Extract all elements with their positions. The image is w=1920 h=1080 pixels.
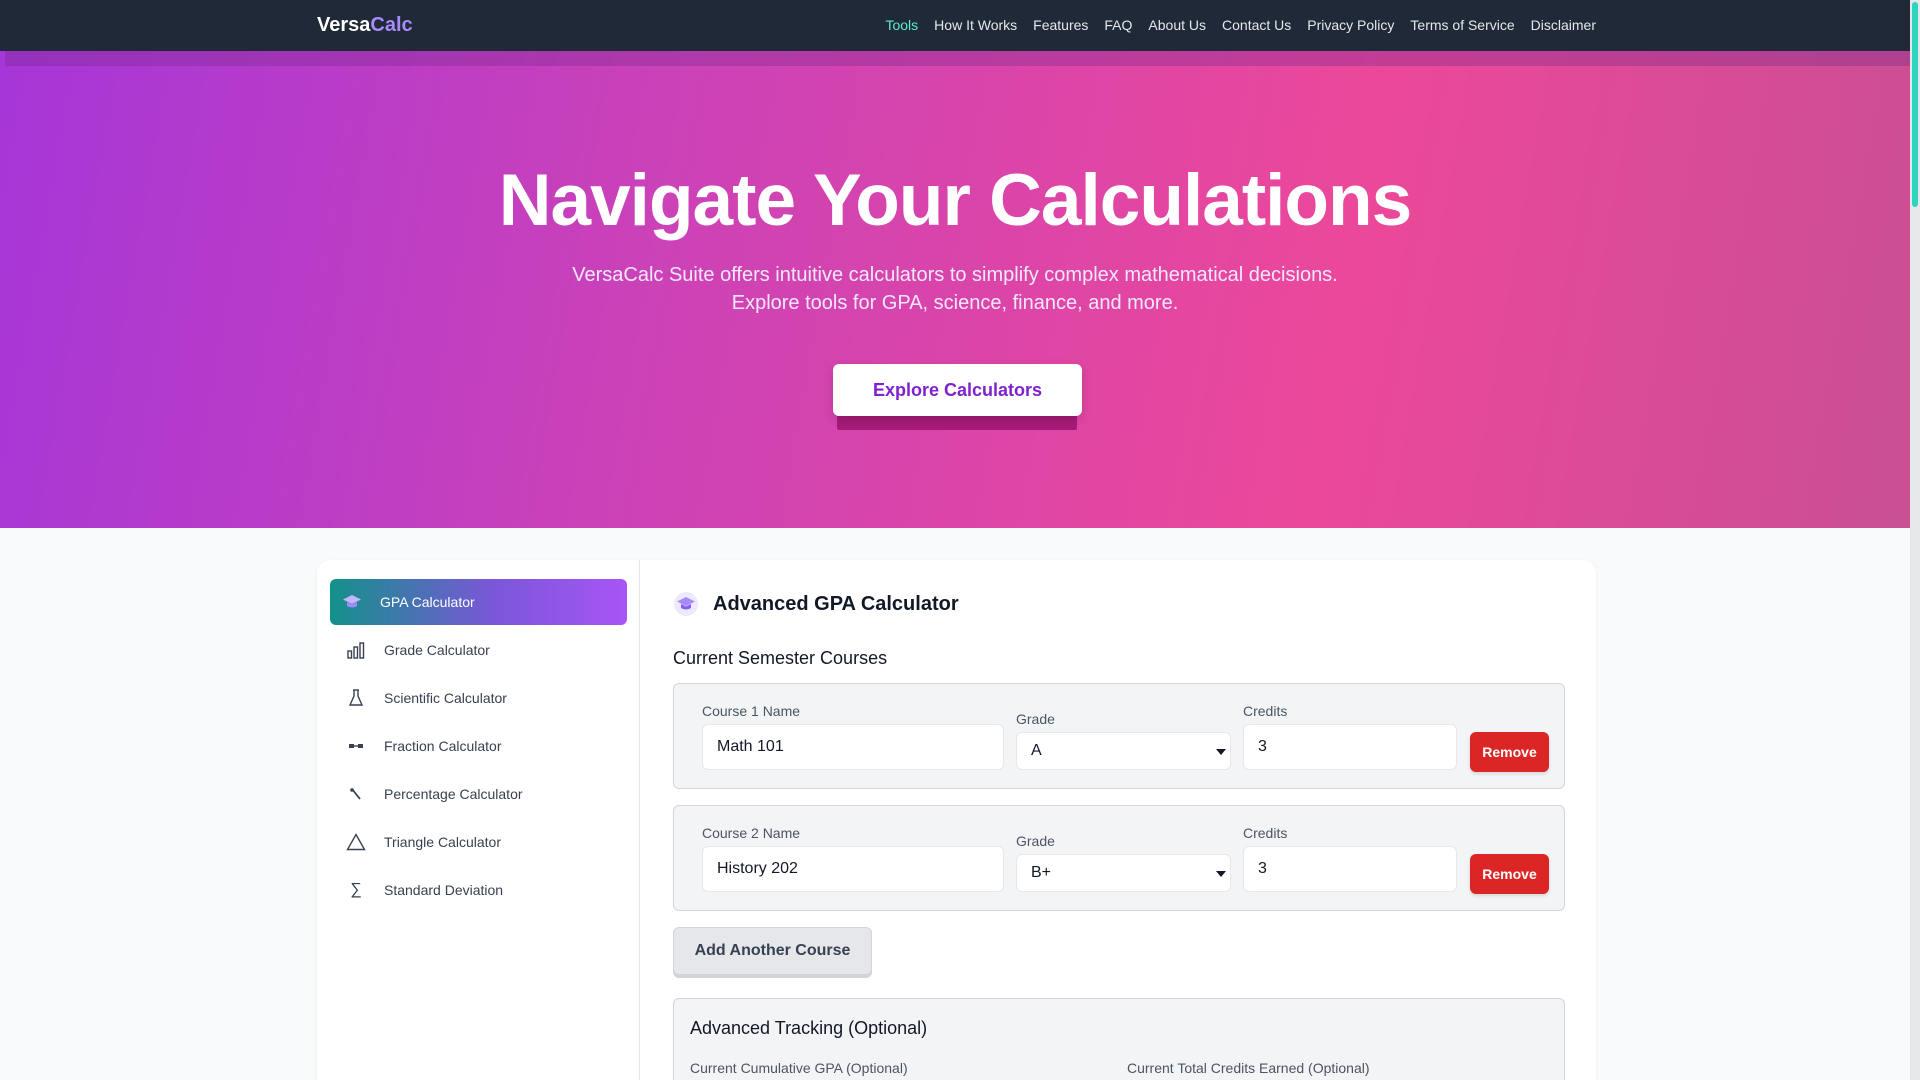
remove-course-button[interactable]: Remove <box>1470 854 1549 894</box>
sidebar-item-fraction-calculator[interactable]: Fraction Calculator <box>330 723 627 769</box>
sidebar-item-triangle-calculator[interactable]: Triangle Calculator <box>330 819 627 865</box>
calculator-title-row: Advanced GPA Calculator <box>673 591 959 617</box>
fraction-icon <box>346 736 366 756</box>
sidebar-item-label: GPA Calculator <box>380 594 475 610</box>
add-another-course-button[interactable]: Add Another Course <box>673 927 872 975</box>
nav-link-terms-of-service[interactable]: Terms of Service <box>1410 17 1514 33</box>
hero-title: Navigate Your Calculations <box>498 160 1412 241</box>
gpa-calculator-content: Advanced GPA Calculator Current Semester… <box>673 560 1569 1080</box>
sidebar-item-label: Standard Deviation <box>384 882 504 898</box>
advanced-tracking-title: Advanced Tracking (Optional) <box>690 1018 928 1038</box>
sidebar-item-standard-deviation[interactable]: ∑ Standard Deviation <box>330 867 627 913</box>
course-row: Course 1 Name Math 101 Grade A Credits 3… <box>673 683 1565 789</box>
credits-label: Credits <box>1243 825 1288 841</box>
grade-select[interactable]: B+ <box>1016 854 1231 892</box>
nav-link-how-it-works[interactable]: How It Works <box>934 17 1017 33</box>
grade-label: Grade <box>1016 711 1055 727</box>
nav-link-about-us[interactable]: About Us <box>1148 17 1206 33</box>
course-row: Course 2 Name History 202 Grade B+ Credi… <box>673 805 1565 911</box>
calculator-title: Advanced GPA Calculator <box>713 592 959 615</box>
graduation-cap-icon <box>673 591 699 617</box>
sidebar-item-label: Grade Calculator <box>384 642 490 658</box>
chevron-down-icon <box>1216 749 1226 755</box>
cumulative-gpa-label: Current Cumulative GPA (Optional) <box>690 1060 908 1076</box>
brand-name-part1: Versa <box>317 14 371 36</box>
current-semester-heading: Current Semester Courses <box>673 648 888 668</box>
nav-link-faq[interactable]: FAQ <box>1104 17 1132 33</box>
hero-top-band <box>5 51 1910 66</box>
remove-course-button[interactable]: Remove <box>1470 732 1549 772</box>
grade-select[interactable]: A <box>1016 732 1231 770</box>
hero-section: Navigate Your Calculations VersaCalc Sui… <box>0 51 1910 528</box>
top-navbar: VersaCalc Tools How It Works Features FA… <box>0 0 1910 51</box>
total-credits-label: Current Total Credits Earned (Optional) <box>1127 1060 1370 1076</box>
nav-link-contact-us[interactable]: Contact Us <box>1222 17 1291 33</box>
nav-link-disclaimer[interactable]: Disclaimer <box>1531 17 1596 33</box>
sigma-icon: ∑ <box>350 881 362 898</box>
course-name-label: Course 1 Name <box>702 703 801 719</box>
sidebar-item-label: Percentage Calculator <box>384 786 523 802</box>
nav-link-features[interactable]: Features <box>1033 17 1088 33</box>
chevron-down-icon <box>1216 871 1226 877</box>
nav-links: Tools How It Works Features FAQ About Us… <box>885 17 1596 33</box>
advanced-tracking-section: Advanced Tracking (Optional) Current Cum… <box>673 998 1565 1080</box>
brand-logo[interactable]: VersaCalc <box>317 14 413 37</box>
sidebar-item-gpa-calculator[interactable]: GPA Calculator <box>330 579 627 625</box>
sidebar-item-percentage-calculator[interactable]: Percentage Calculator <box>330 771 627 817</box>
flask-icon <box>346 688 366 708</box>
credits-input[interactable]: 3 <box>1243 724 1457 770</box>
percent-icon <box>346 784 366 804</box>
calculator-panel: GPA Calculator Grade Calculator Scientif… <box>317 560 1596 1080</box>
scrollbar-thumb[interactable] <box>1912 2 1918 207</box>
sidebar-item-label: Fraction Calculator <box>384 738 502 754</box>
graduation-cap-icon <box>342 592 362 612</box>
sidebar-item-grade-calculator[interactable]: Grade Calculator <box>330 627 627 673</box>
grade-select-value: A <box>1031 742 1042 759</box>
course-name-input[interactable]: Math 101 <box>702 724 1004 770</box>
nav-link-tools[interactable]: Tools <box>885 17 918 33</box>
brand-name-part2: Calc <box>370 14 413 36</box>
calculator-sidebar: GPA Calculator Grade Calculator Scientif… <box>317 560 640 1080</box>
bar-chart-icon <box>346 640 366 660</box>
course-name-label: Course 2 Name <box>702 825 801 841</box>
explore-calculators-button[interactable]: Explore Calculators <box>833 364 1082 416</box>
grade-select-value: B+ <box>1031 864 1052 881</box>
course-name-input[interactable]: History 202 <box>702 846 1004 892</box>
nav-link-privacy-policy[interactable]: Privacy Policy <box>1307 17 1394 33</box>
credits-label: Credits <box>1243 703 1288 719</box>
triangle-icon <box>346 832 366 852</box>
sidebar-item-scientific-calculator[interactable]: Scientific Calculator <box>330 675 627 721</box>
hero-subtitle: VersaCalc Suite offers intuitive calcula… <box>0 261 1910 317</box>
hero-subtitle-line2: Explore tools for GPA, science, finance,… <box>731 292 1179 314</box>
sidebar-item-label: Triangle Calculator <box>384 834 501 850</box>
page-scrollbar[interactable] <box>1910 0 1920 1080</box>
sidebar-item-label: Scientific Calculator <box>384 690 507 706</box>
hero-subtitle-line1: VersaCalc Suite offers intuitive calcula… <box>572 264 1338 286</box>
grade-label: Grade <box>1016 833 1055 849</box>
credits-input[interactable]: 3 <box>1243 846 1457 892</box>
